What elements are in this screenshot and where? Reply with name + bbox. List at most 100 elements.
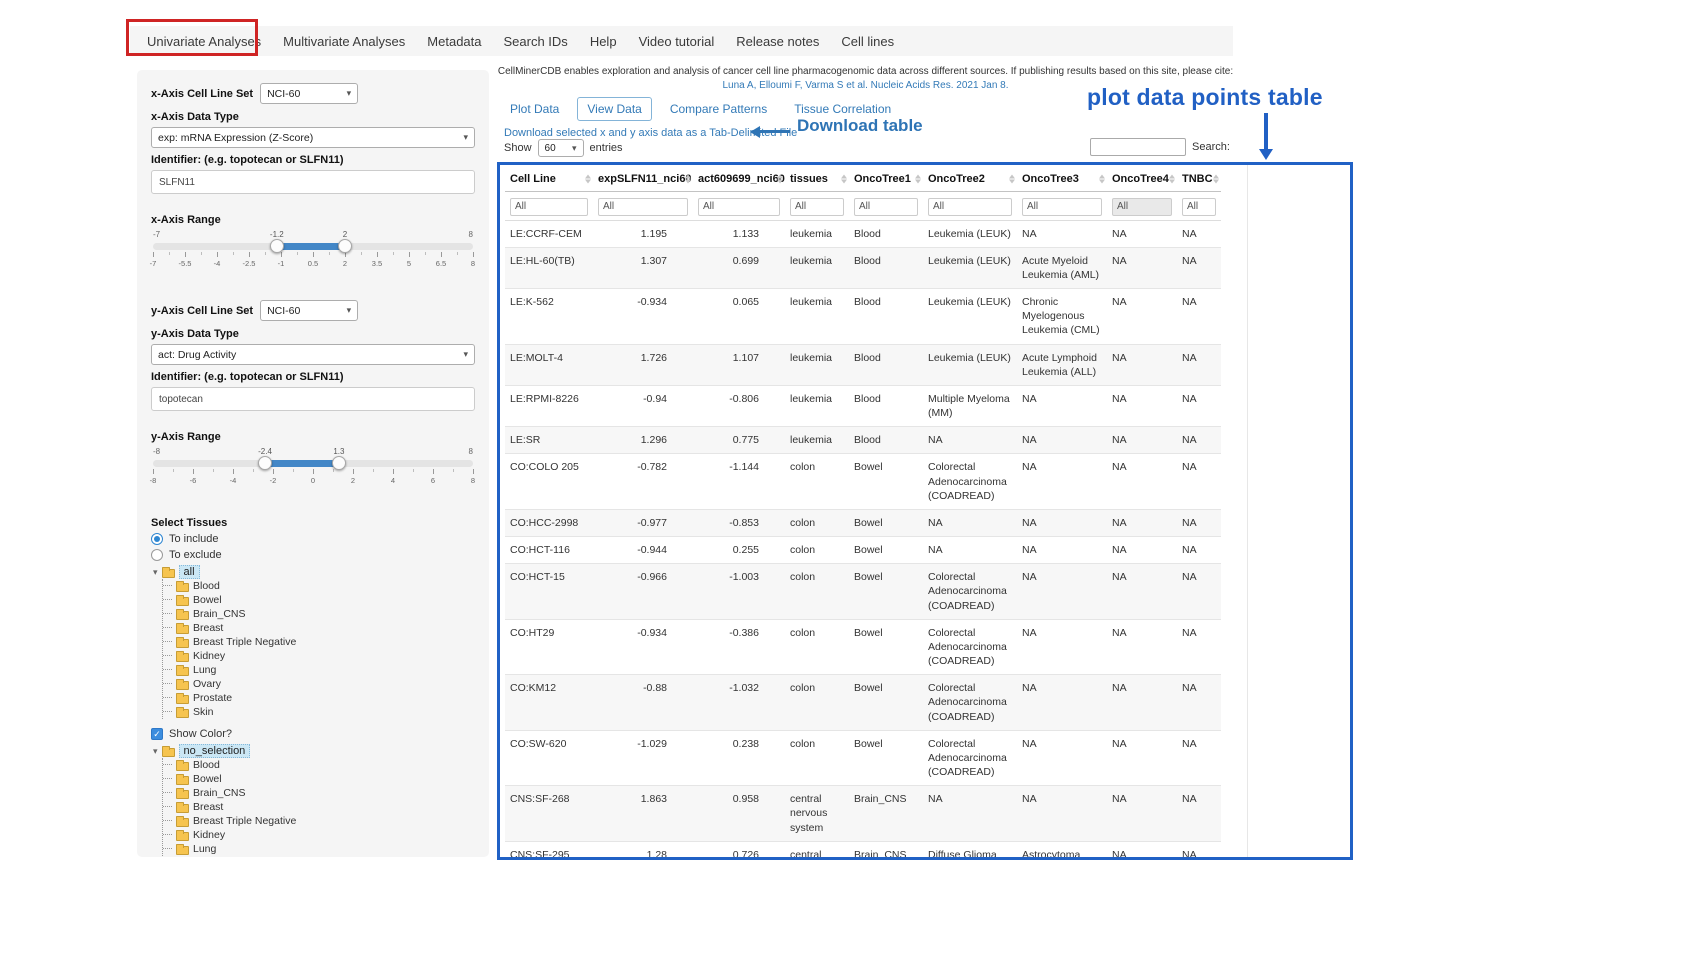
table-row[interactable]: CO:HCT-15-0.966-1.003colonBowelColorecta… (505, 564, 1221, 620)
sort-icon[interactable] (777, 175, 783, 184)
color-tree-item-ovary[interactable]: Ovary (163, 856, 475, 857)
nav-item-video-tutorial[interactable]: Video tutorial (628, 34, 726, 49)
col-header-act609699-nci60[interactable]: act609699_nci60 (693, 167, 785, 192)
table-row[interactable]: LE:K-562-0.9340.065leukemiaBloodLeukemia… (505, 289, 1221, 345)
col-header-oncotree4[interactable]: OncoTree4 (1107, 167, 1177, 192)
table-row[interactable]: CO:SW-620-1.0290.238colonBowelColorectal… (505, 730, 1221, 786)
sort-icon[interactable] (1099, 175, 1105, 184)
sort-icon[interactable] (841, 175, 847, 184)
col-header-oncotree3[interactable]: OncoTree3 (1017, 167, 1107, 192)
include-tree-item-kidney[interactable]: Kidney (163, 649, 475, 663)
column-filter-oncotree3[interactable] (1022, 198, 1102, 216)
include-tree-item-prostate[interactable]: Prostate (163, 691, 475, 705)
x-data-type-select[interactable]: exp: mRNA Expression (Z-Score) ▾ (151, 127, 475, 148)
col-header-cell-line[interactable]: Cell Line (505, 167, 593, 192)
nav-item-univariate-analyses[interactable]: Univariate Analyses (136, 34, 272, 49)
color-tree-item-brain-cns[interactable]: Brain_CNS (163, 786, 475, 800)
col-header-oncotree1[interactable]: OncoTree1 (849, 167, 923, 192)
slider-handle-low[interactable] (258, 456, 272, 470)
nav-item-multivariate-analyses[interactable]: Multivariate Analyses (272, 34, 416, 49)
table-row[interactable]: LE:HL-60(TB)1.3070.699leukemiaBloodLeuke… (505, 247, 1221, 288)
table-row[interactable]: CO:HCT-116-0.9440.255colonBowelNANANANA (505, 537, 1221, 564)
table-cell: NA (1017, 427, 1107, 454)
y-identifier-input[interactable] (151, 387, 475, 411)
nav-item-help[interactable]: Help (579, 34, 628, 49)
column-filter-cell-line[interactable] (510, 198, 588, 216)
include-tree-item-breast[interactable]: Breast (163, 621, 475, 635)
slider-handle-low[interactable] (270, 239, 284, 253)
tree-expand-icon[interactable]: ▾ (153, 567, 158, 578)
nav-item-search-ids[interactable]: Search IDs (493, 34, 579, 49)
column-filter-oncotree1[interactable] (854, 198, 918, 216)
x-cell-line-set-select[interactable]: NCI-60 ▾ (260, 83, 358, 104)
column-filter-tissues[interactable] (790, 198, 844, 216)
include-tree-root-label[interactable]: all (179, 565, 200, 579)
table-row[interactable]: LE:MOLT-41.7261.107leukemiaBloodLeukemia… (505, 344, 1221, 385)
column-filter-oncotree4[interactable] (1112, 198, 1172, 216)
sort-icon[interactable] (585, 175, 591, 184)
y-data-type-select[interactable]: act: Drug Activity ▾ (151, 344, 475, 365)
radio-to-include[interactable]: To include (151, 533, 475, 545)
sort-icon[interactable] (915, 175, 921, 184)
table-row[interactable]: CO:HT29-0.934-0.386colonBowelColorectal … (505, 619, 1221, 675)
color-tree-root[interactable]: ▾ no_selection (153, 744, 475, 758)
col-header-tissues[interactable]: tissues (785, 167, 849, 192)
table-row[interactable]: CO:COLO 205-0.782-1.144colonBowelColorec… (505, 454, 1221, 510)
table-cell: -1.032 (693, 675, 785, 731)
x-identifier-input[interactable] (151, 170, 475, 194)
include-tree-item-blood[interactable]: Blood (163, 579, 475, 593)
slider-handle-high[interactable] (338, 239, 352, 253)
show-color-checkbox[interactable]: ✓ Show Color? (151, 728, 475, 740)
entries-select[interactable]: 60 ▾ (538, 139, 584, 157)
column-filter-act609699-nci60[interactable] (698, 198, 780, 216)
table-row[interactable]: CO:KM12-0.88-1.032colonBowelColorectal A… (505, 675, 1221, 731)
column-filter-oncotree2[interactable] (928, 198, 1012, 216)
include-tree-item-ovary[interactable]: Ovary (163, 677, 475, 691)
include-tree-item-skin[interactable]: Skin (163, 705, 475, 719)
color-tree-item-lung[interactable]: Lung (163, 842, 475, 856)
col-header-oncotree2[interactable]: OncoTree2 (923, 167, 1017, 192)
table-row[interactable]: LE:RPMI-8226-0.94-0.806leukemiaBloodMult… (505, 385, 1221, 426)
color-tree-item-bowel[interactable]: Bowel (163, 772, 475, 786)
table-row[interactable]: CO:HCC-2998-0.977-0.853colonBowelNANANAN… (505, 509, 1221, 536)
include-tree-item-lung[interactable]: Lung (163, 663, 475, 677)
folder-icon (176, 611, 189, 620)
table-row[interactable]: CNS:SF-2951.280.726central nervous syste… (505, 841, 1221, 860)
table-cell: NA (1017, 619, 1107, 675)
nav-item-cell-lines[interactable]: Cell lines (830, 34, 905, 49)
table-row[interactable]: LE:CCRF-CEM1.1951.133leukemiaBloodLeukem… (505, 220, 1221, 247)
sort-icon[interactable] (1169, 175, 1175, 184)
nav-item-metadata[interactable]: Metadata (416, 34, 492, 49)
color-tree-item-blood[interactable]: Blood (163, 758, 475, 772)
tree-expand-icon[interactable]: ▾ (153, 746, 158, 757)
include-tree-item-brain-cns[interactable]: Brain_CNS (163, 607, 475, 621)
col-header-expslfn11-nci60[interactable]: expSLFN11_nci60 (593, 167, 693, 192)
show-color-label: Show Color? (169, 728, 232, 740)
include-tree-item-breast-triple-negative[interactable]: Breast Triple Negative (163, 635, 475, 649)
nav-item-release-notes[interactable]: Release notes (725, 34, 830, 49)
sort-icon[interactable] (1213, 175, 1219, 184)
color-tree-root-label[interactable]: no_selection (179, 744, 251, 758)
col-header-tnbc[interactable]: TNBC (1177, 167, 1221, 192)
color-tree-item-breast-triple-negative[interactable]: Breast Triple Negative (163, 814, 475, 828)
search-input[interactable] (1090, 138, 1186, 156)
column-filter-expslfn11-nci60[interactable] (598, 198, 688, 216)
slider-handle-high[interactable] (332, 456, 346, 470)
table-row[interactable]: CNS:SF-2681.8630.958central nervous syst… (505, 786, 1221, 842)
color-tree-item-breast[interactable]: Breast (163, 800, 475, 814)
tab-compare-patterns[interactable]: Compare Patterns (661, 98, 776, 120)
y-range-slider[interactable]: -88-2.41.3-8-6-4-202468 (153, 447, 473, 493)
radio-to-exclude[interactable]: To exclude (151, 549, 475, 561)
color-tree-item-kidney[interactable]: Kidney (163, 828, 475, 842)
column-filter-tnbc[interactable] (1182, 198, 1216, 216)
include-tree-item-bowel[interactable]: Bowel (163, 593, 475, 607)
table-cell: NA (1177, 786, 1221, 842)
x-range-slider[interactable]: -78-1.22-7-5.5-4-2.5-10.523.556.58 (153, 230, 473, 276)
y-cell-line-set-select[interactable]: NCI-60 ▾ (260, 300, 358, 321)
table-row[interactable]: LE:SR1.2960.775leukemiaBloodNANANANA (505, 427, 1221, 454)
include-tree-root[interactable]: ▾ all (153, 565, 475, 579)
sort-icon[interactable] (685, 175, 691, 184)
tab-plot-data[interactable]: Plot Data (501, 98, 568, 120)
tab-view-data[interactable]: View Data (577, 97, 651, 121)
sort-icon[interactable] (1009, 175, 1015, 184)
